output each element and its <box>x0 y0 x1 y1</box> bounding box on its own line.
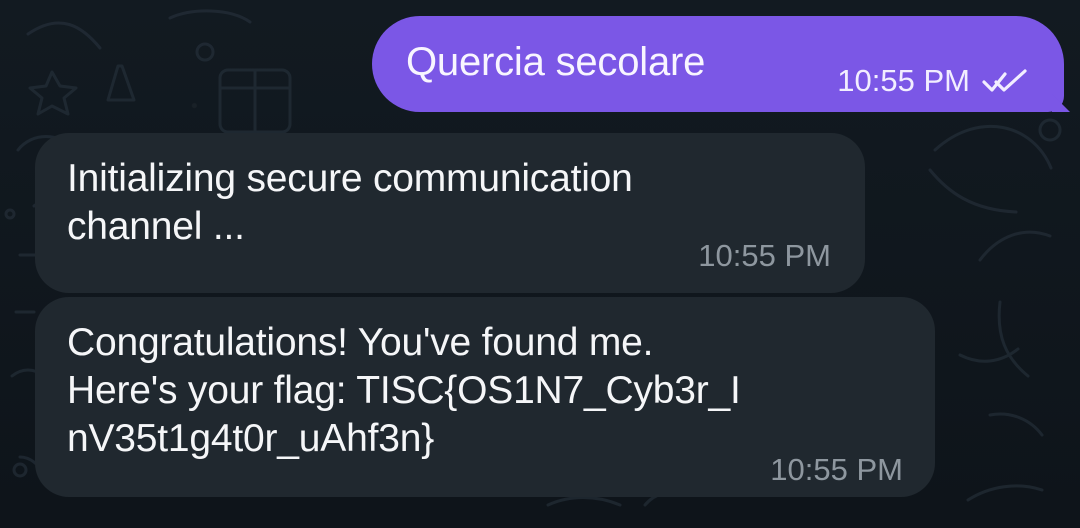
outgoing-message-time: 10:55 PM <box>837 63 970 98</box>
incoming-message-time-2: 10:55 PM <box>770 452 903 487</box>
outgoing-message-meta: 10:55 PM <box>837 64 1028 98</box>
incoming-message-text-1: Initializing secure communication channe… <box>67 157 633 248</box>
incoming-message-time-1: 10:55 PM <box>698 238 831 273</box>
double-check-icon <box>982 69 1028 93</box>
outgoing-message-bubble[interactable]: Quercia secolare 10:55 PM <box>372 16 1064 112</box>
incoming-message-bubble-2[interactable]: Congratulations! You've found me. Here's… <box>35 297 935 497</box>
incoming-message-bubble-1[interactable]: Initializing secure communication channe… <box>35 133 865 293</box>
incoming-message-text-2: Congratulations! You've found me. Here's… <box>67 321 741 460</box>
